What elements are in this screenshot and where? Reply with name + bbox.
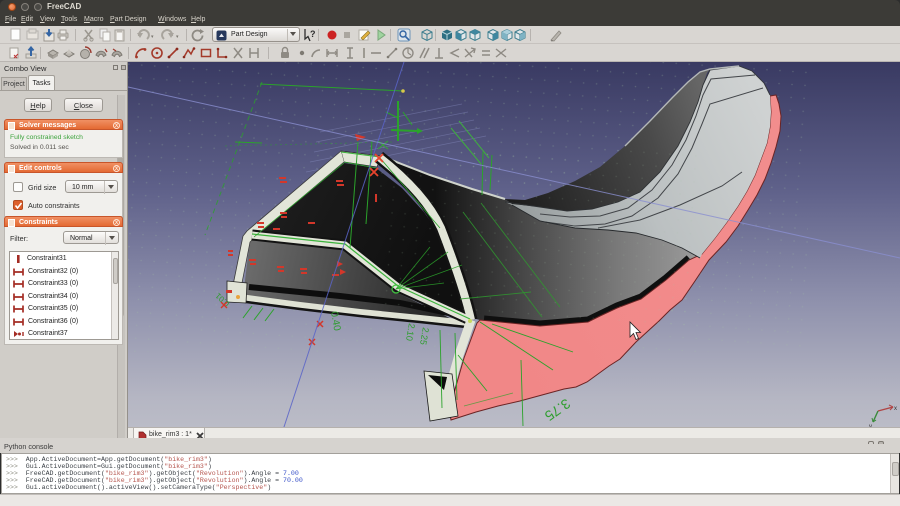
svg-text:x: x — [894, 406, 897, 412]
svg-text:?: ? — [310, 29, 316, 39]
